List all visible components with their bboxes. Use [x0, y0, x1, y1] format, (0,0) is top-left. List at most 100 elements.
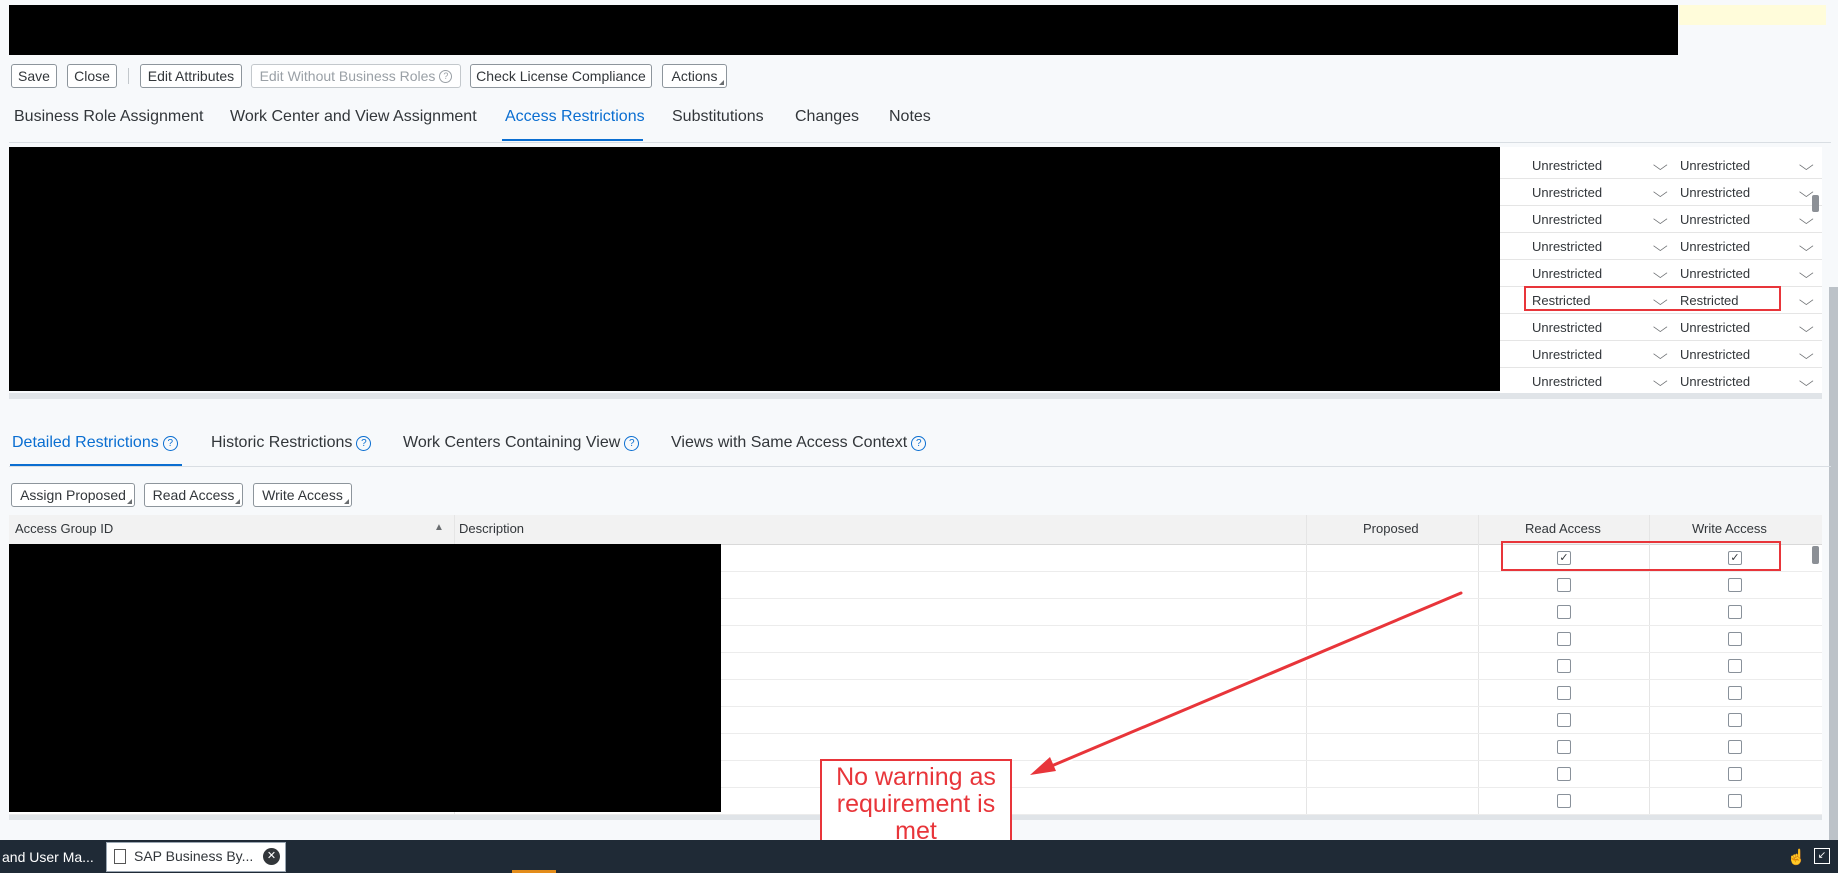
- write-access-checkbox[interactable]: [1728, 659, 1742, 673]
- write-access-dropdown[interactable]: Unrestricted ⌵: [1674, 370, 1818, 393]
- upper-table-horizontal-scrollbar[interactable]: [9, 393, 1822, 399]
- read-access-checkbox[interactable]: [1557, 767, 1571, 781]
- chevron-down-icon[interactable]: ⌵: [1653, 235, 1668, 258]
- write-access-dropdown[interactable]: Unrestricted ⌵: [1674, 154, 1818, 177]
- actions-menu-button[interactable]: Actions: [662, 64, 727, 88]
- write-access-checkbox[interactable]: [1728, 713, 1742, 727]
- tab-views-with-same-access-context-label: Views with Same Access Context: [671, 434, 908, 451]
- tab-work-centers-containing-view[interactable]: Work Centers Containing View?: [403, 434, 640, 452]
- write-access-value: Unrestricted: [1680, 212, 1751, 227]
- help-icon[interactable]: ?: [162, 435, 178, 451]
- write-access-checkbox[interactable]: [1728, 632, 1742, 646]
- edit-without-business-roles-button[interactable]: Edit Without Business Roles?: [251, 64, 461, 88]
- chevron-down-icon[interactable]: ⌵: [1653, 154, 1668, 177]
- read-access-checkbox[interactable]: [1557, 713, 1571, 727]
- tab-notes[interactable]: Notes: [889, 108, 931, 126]
- chevron-down-icon[interactable]: ⌵: [1653, 316, 1668, 339]
- chevron-down-icon[interactable]: ⌵: [1799, 289, 1814, 312]
- write-access-value: Unrestricted: [1680, 374, 1751, 389]
- read-access-dropdown[interactable]: Unrestricted ⌵: [1526, 370, 1672, 393]
- read-access-button[interactable]: Read Access: [144, 483, 243, 507]
- write-access-checkbox[interactable]: ✓: [1728, 551, 1742, 565]
- read-access-dropdown[interactable]: Unrestricted ⌵: [1526, 208, 1672, 231]
- chevron-down-icon[interactable]: ⌵: [1653, 208, 1668, 231]
- chevron-down-icon[interactable]: ⌵: [1799, 154, 1814, 177]
- write-access-button[interactable]: Write Access: [253, 483, 352, 507]
- save-button[interactable]: Save: [11, 64, 57, 88]
- read-access-checkbox[interactable]: [1557, 578, 1571, 592]
- detail-tab-bar-divider: [9, 466, 1831, 467]
- tab-access-restrictions[interactable]: Access Restrictions: [505, 108, 645, 126]
- close-button[interactable]: Close: [67, 64, 117, 88]
- minimize-window-icon[interactable]: ↙: [1814, 848, 1830, 864]
- chevron-down-icon[interactable]: ⌵: [1653, 343, 1668, 366]
- write-access-dropdown[interactable]: Unrestricted ⌵: [1674, 208, 1818, 231]
- tab-detailed-restrictions[interactable]: Detailed Restrictions?: [12, 434, 178, 452]
- column-header-read-access[interactable]: Read Access: [1525, 521, 1601, 536]
- check-license-compliance-button[interactable]: Check License Compliance: [470, 64, 652, 88]
- write-access-value: Unrestricted: [1680, 347, 1751, 362]
- write-access-dropdown[interactable]: Unrestricted ⌵: [1674, 343, 1818, 366]
- chevron-down-icon[interactable]: ⌵: [1799, 343, 1814, 366]
- chevron-down-icon[interactable]: ⌵: [1653, 370, 1668, 393]
- taskbar-item-user-management[interactable]: and User Ma...: [0, 843, 94, 871]
- read-access-checkbox[interactable]: ✓: [1557, 551, 1571, 565]
- edit-attributes-button[interactable]: Edit Attributes: [140, 64, 242, 88]
- assign-proposed-button[interactable]: Assign Proposed: [11, 483, 135, 507]
- write-access-dropdown[interactable]: Unrestricted ⌵: [1674, 316, 1818, 339]
- upper-table-scrollbar[interactable]: [1812, 195, 1819, 212]
- read-access-dropdown[interactable]: Unrestricted ⌵: [1526, 181, 1672, 204]
- help-icon[interactable]: ?: [911, 435, 927, 451]
- chevron-down-icon[interactable]: ⌵: [1653, 262, 1668, 285]
- write-access-dropdown[interactable]: Unrestricted ⌵: [1674, 235, 1818, 258]
- tab-business-role-assignment[interactable]: Business Role Assignment: [14, 108, 203, 126]
- read-access-value: Unrestricted: [1532, 212, 1603, 227]
- write-access-checkbox[interactable]: [1728, 740, 1742, 754]
- accessibility-icon[interactable]: ☝: [1787, 848, 1806, 866]
- column-header-description[interactable]: Description: [459, 521, 524, 536]
- close-icon[interactable]: ✕: [263, 848, 280, 865]
- help-icon[interactable]: ?: [624, 435, 640, 451]
- chevron-down-icon[interactable]: ⌵: [1799, 235, 1814, 258]
- page-scrollbar[interactable]: [1829, 287, 1838, 840]
- read-access-checkbox[interactable]: [1557, 632, 1571, 646]
- lower-table-scrollbar[interactable]: [1812, 546, 1819, 564]
- tab-changes[interactable]: Changes: [795, 108, 859, 126]
- read-access-dropdown[interactable]: Unrestricted ⌵: [1526, 154, 1672, 177]
- read-access-checkbox[interactable]: [1557, 686, 1571, 700]
- read-access-dropdown[interactable]: Unrestricted ⌵: [1526, 343, 1672, 366]
- write-access-checkbox[interactable]: [1728, 794, 1742, 808]
- help-icon[interactable]: ?: [356, 435, 372, 451]
- tab-bar-divider: [9, 142, 1831, 143]
- chevron-down-icon[interactable]: ⌵: [1799, 316, 1814, 339]
- tab-views-with-same-access-context[interactable]: Views with Same Access Context?: [671, 434, 927, 452]
- read-access-checkbox[interactable]: [1557, 659, 1571, 673]
- write-access-checkbox[interactable]: [1728, 767, 1742, 781]
- column-header-proposed[interactable]: Proposed: [1363, 521, 1419, 536]
- header-highlight: [1679, 5, 1826, 25]
- write-access-value: Unrestricted: [1680, 185, 1751, 200]
- tab-substitutions[interactable]: Substitutions: [672, 108, 764, 126]
- write-access-dropdown[interactable]: Unrestricted ⌵: [1674, 262, 1818, 285]
- tab-work-center-and-view-assignment[interactable]: Work Center and View Assignment: [230, 108, 477, 126]
- sort-ascending-icon[interactable]: ▲: [434, 522, 444, 533]
- read-access-dropdown[interactable]: Unrestricted ⌵: [1526, 235, 1672, 258]
- restriction-row: Unrestricted ⌵ Unrestricted ⌵: [1500, 233, 1822, 260]
- annotation-arrow: [1030, 590, 1464, 775]
- read-access-checkbox[interactable]: [1557, 740, 1571, 754]
- read-access-dropdown[interactable]: Unrestricted ⌵: [1526, 316, 1672, 339]
- read-access-checkbox[interactable]: [1557, 605, 1571, 619]
- write-access-checkbox[interactable]: [1728, 686, 1742, 700]
- tab-historic-restrictions[interactable]: Historic Restrictions?: [211, 434, 372, 452]
- read-access-dropdown[interactable]: Unrestricted ⌵: [1526, 262, 1672, 285]
- read-access-checkbox[interactable]: [1557, 794, 1571, 808]
- tab-detailed-restrictions-label: Detailed Restrictions: [12, 434, 159, 451]
- write-access-dropdown[interactable]: Unrestricted ⌵: [1674, 181, 1818, 204]
- column-header-write-access[interactable]: Write Access: [1692, 521, 1767, 536]
- write-access-checkbox[interactable]: [1728, 578, 1742, 592]
- chevron-down-icon[interactable]: ⌵: [1799, 370, 1814, 393]
- chevron-down-icon[interactable]: ⌵: [1653, 181, 1668, 204]
- column-header-access-group-id[interactable]: Access Group ID: [15, 521, 113, 536]
- write-access-checkbox[interactable]: [1728, 605, 1742, 619]
- chevron-down-icon[interactable]: ⌵: [1799, 262, 1814, 285]
